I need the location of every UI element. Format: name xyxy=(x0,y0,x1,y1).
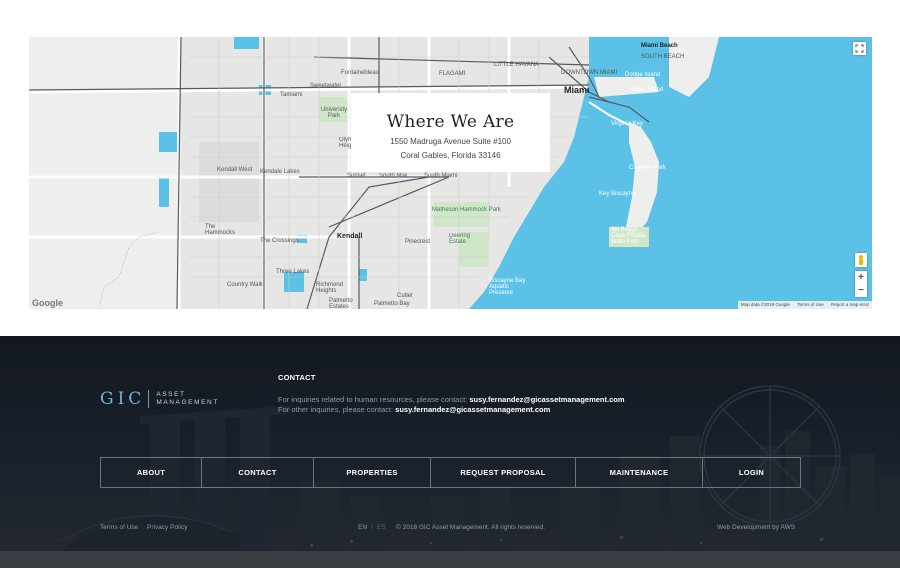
map-label-tamiami: Tamiami xyxy=(280,92,303,98)
map-label-the-hammocks: The Hammocks xyxy=(205,224,236,236)
google-logo[interactable]: Google xyxy=(32,298,63,308)
site-footer: GIC ASSET MANAGEMENT CONTACT For inquiri… xyxy=(0,336,900,568)
location-info-window: Where We Are 1550 Madruga Avenue Suite #… xyxy=(351,93,550,172)
developer-credit[interactable]: Web Development by AWS xyxy=(717,524,795,531)
skyline-background xyxy=(0,336,900,568)
map-label-little-havana: LITTLE HAVANA xyxy=(494,62,540,68)
pegman-icon xyxy=(859,255,863,265)
contact-other-text: For other inquiries, please contact: xyxy=(278,405,394,414)
map-label-south-beach: SOUTH BEACH xyxy=(641,54,685,60)
zoom-control: + − xyxy=(855,271,867,297)
map-label-the-crossings: The Crossings xyxy=(260,238,299,244)
contact-other-email-link[interactable]: susy.fernandez@gicassetmanagement.com xyxy=(395,405,550,414)
street-view-pegman[interactable] xyxy=(855,253,867,267)
map-label-pinecrest: Pinecrest xyxy=(405,239,431,245)
nav-contact[interactable]: CONTACT xyxy=(202,458,314,487)
map-label-miami: Miami xyxy=(564,85,590,95)
map-label-richmond-heights: Richmond Heights xyxy=(316,282,344,294)
fullscreen-button[interactable] xyxy=(853,42,866,55)
map-label-fisher-island: Fisher Island xyxy=(629,87,664,93)
map-label-cutler: Cutler xyxy=(397,293,414,299)
map-label-deering: Deering Estate xyxy=(449,233,471,245)
zoom-in-button[interactable]: + xyxy=(855,271,867,284)
nav-request-proposal[interactable]: REQUEST PROPOSAL xyxy=(431,458,576,487)
logo-subtitle: ASSET MANAGEMENT xyxy=(156,391,219,407)
zoom-out-button[interactable]: − xyxy=(855,284,867,297)
map-label-kendale-lakes: Kendale Lakes xyxy=(260,169,300,175)
map-label-kendall-west: Kendall West xyxy=(217,167,253,173)
map-label-sweetwater: Sweetwater xyxy=(310,83,342,89)
map-label-biscayne-preserve: Biscayne Bay Aquatic Preserve xyxy=(489,278,526,296)
map-label-matheson: Matheson Hammock Park xyxy=(432,207,502,213)
nav-about[interactable]: ABOUT xyxy=(101,458,202,487)
map-label-south-miami-heights: South Miami Heights xyxy=(379,173,407,179)
map-label-palmetto-bay: Palmetto Bay xyxy=(374,301,410,307)
info-title: Where We Are xyxy=(386,112,515,132)
contact-hr-text: For inquiries related to human resources… xyxy=(278,395,468,404)
terms-link[interactable]: Terms of Use xyxy=(100,524,138,531)
logo-subtitle-line2: MANAGEMENT xyxy=(156,399,219,406)
info-address-line2: Coral Gables, Florida 33146 xyxy=(400,151,501,160)
map-data-credit: Map data ©2018 Google xyxy=(740,302,790,307)
lang-es-link[interactable]: ES xyxy=(377,524,386,531)
map-label-virginia-key: Virginia Key xyxy=(611,121,643,127)
map-label-downtown: DOWNTOWN MIAMI xyxy=(561,70,618,76)
map-label-three-lakes: Three Lakes xyxy=(276,269,310,275)
footer-nav: ABOUT CONTACT PROPERTIES REQUEST PROPOSA… xyxy=(100,457,801,488)
map-label-bill-baggs: Bill Baggs Cape Florida State Park xyxy=(611,227,646,245)
map-label-sunset: Sunset xyxy=(347,173,366,179)
map-label-crandon: Crandon Park xyxy=(629,165,667,171)
map-label-miami-beach: Miami Beach xyxy=(641,43,678,49)
logo-wordmark: GIC xyxy=(100,389,146,409)
map-label-key-biscayne: Key Biscayne xyxy=(599,191,636,197)
privacy-link[interactable]: Privacy Policy xyxy=(147,524,187,531)
map-label-south-miami: South Miami xyxy=(424,173,458,179)
contact-hr-email-link[interactable]: susy.fernandez@gicassetmanagement.com xyxy=(469,395,624,404)
lang-en-link[interactable]: EN xyxy=(358,524,367,531)
contact-other-line: For other inquiries, please contact: sus… xyxy=(278,405,550,414)
map-label-palmetto-estates: Palmetto Estates xyxy=(329,298,353,309)
map-label-university-park: University Park xyxy=(320,107,348,119)
google-map[interactable]: Miami Beach SOUTH BEACH LITTLE HAVANA DO… xyxy=(29,37,872,309)
nav-login[interactable]: LOGIN xyxy=(703,458,800,487)
map-label-country-walk: Country Walk xyxy=(227,282,263,288)
info-address-line1: 1550 Madruga Avenue Suite #100 xyxy=(390,137,511,146)
lang-separator: / xyxy=(371,524,373,531)
contact-heading: CONTACT xyxy=(278,373,316,382)
logo-subtitle-line1: ASSET xyxy=(156,391,186,398)
map-terms-link[interactable]: Terms of Use xyxy=(797,302,824,307)
map-label-fontainebleau: Fontainebleau xyxy=(341,70,380,76)
map-section: Miami Beach SOUTH BEACH LITTLE HAVANA DO… xyxy=(0,0,900,336)
nav-maintenance[interactable]: MAINTENANCE xyxy=(576,458,703,487)
map-attribution: Map data ©2018 Google Terms of Use Repor… xyxy=(737,301,872,309)
contact-hr-line: For inquiries related to human resources… xyxy=(278,395,625,404)
copyright-text: © 2018 GIC Asset Management. All rights … xyxy=(396,524,545,531)
map-report-link[interactable]: Report a map error xyxy=(831,302,869,307)
gic-logo[interactable]: GIC ASSET MANAGEMENT xyxy=(100,389,219,409)
fullscreen-icon xyxy=(855,44,864,53)
map-label-flagami: FLAGAMI xyxy=(439,71,466,77)
map-label-kendall: Kendall xyxy=(337,233,363,240)
map-label-dodge-island: Dodge Island xyxy=(625,72,661,78)
logo-divider xyxy=(148,390,150,408)
nav-properties[interactable]: PROPERTIES xyxy=(314,458,431,487)
